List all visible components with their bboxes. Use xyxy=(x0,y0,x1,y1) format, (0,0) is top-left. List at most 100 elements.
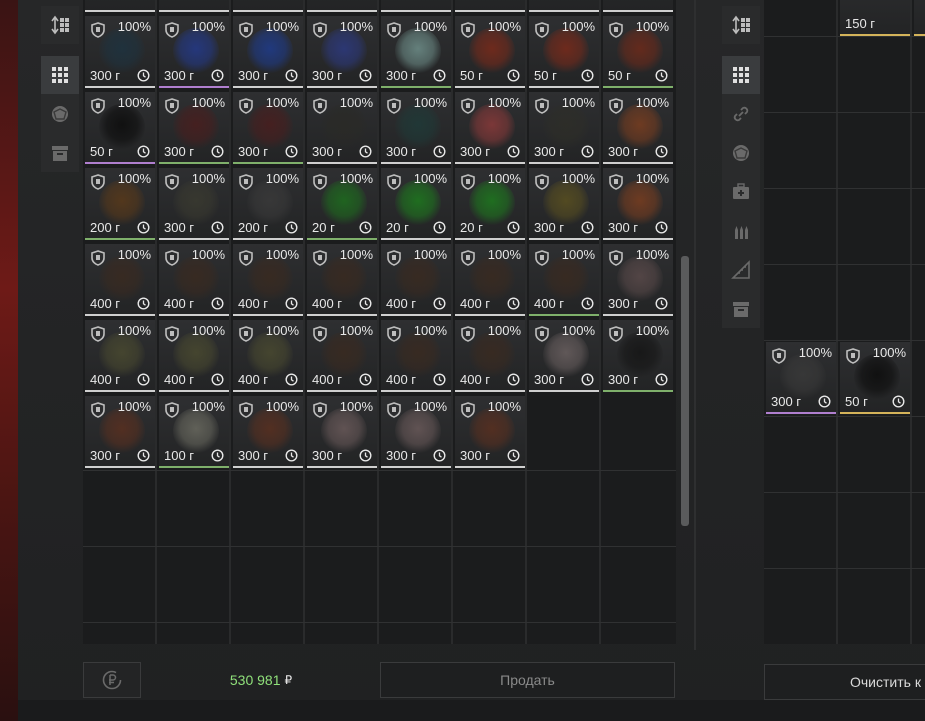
inventory-item[interactable]: 100% 300 г xyxy=(307,16,377,88)
item-price: 50 г xyxy=(845,394,868,409)
filter-artifacts-button[interactable] xyxy=(722,134,760,172)
item-condition: 100% xyxy=(413,19,447,34)
inventory-item[interactable]: 100% 400 г xyxy=(307,244,377,316)
inventory-item[interactable]: 100% 300 г xyxy=(455,396,525,468)
grid-column-line xyxy=(525,0,527,644)
item-condition: 100% xyxy=(798,345,832,360)
clock-icon xyxy=(359,297,372,310)
filter-medicine-button[interactable] xyxy=(722,173,760,211)
inventory-item[interactable]: 100% 300 г xyxy=(381,16,451,88)
sell-button[interactable]: Продать xyxy=(380,662,675,698)
inventory-item-partial[interactable] xyxy=(159,0,229,12)
filter-all-items-button[interactable] xyxy=(722,56,760,94)
inventory-item[interactable]: 100% 300 г xyxy=(233,16,303,88)
inventory-item[interactable]: 100% 200 г xyxy=(233,168,303,240)
protection-icon xyxy=(461,174,475,190)
item-price: 20 г xyxy=(312,220,335,235)
inventory-item[interactable]: 100% 50 г xyxy=(529,16,599,88)
inventory-item[interactable]: 100% 300 г xyxy=(529,168,599,240)
protection-icon xyxy=(609,98,623,114)
grid-row-line xyxy=(83,470,676,471)
inventory-item[interactable]: 100% 300 г xyxy=(381,92,451,164)
item-price: 50 г xyxy=(90,144,113,159)
item-condition: 100% xyxy=(561,95,595,110)
filter-artifacts-button[interactable] xyxy=(41,95,79,133)
ruler-icon xyxy=(731,260,750,279)
panel-divider xyxy=(694,0,696,650)
inventory-item[interactable]: 100% 300 г xyxy=(603,168,673,240)
inventory-item-partial[interactable] xyxy=(307,0,377,12)
inventory-item[interactable]: 100% 300 г xyxy=(766,342,836,414)
inventory-item[interactable]: 100% 400 г xyxy=(85,244,155,316)
inventory-item[interactable]: 100% 300 г xyxy=(381,396,451,468)
inventory-item[interactable]: 100% 300 г xyxy=(603,244,673,316)
filter-ammo-button[interactable] xyxy=(722,212,760,250)
inventory-item[interactable]: 100% 50 г xyxy=(85,92,155,164)
inventory-item[interactable]: 100% 300 г xyxy=(603,92,673,164)
inventory-item[interactable]: 100% 400 г xyxy=(233,320,303,392)
filter-all-button[interactable] xyxy=(41,56,79,94)
inventory-item[interactable]: 100% 400 г xyxy=(233,244,303,316)
inventory-item[interactable]: 100% 300 г xyxy=(159,92,229,164)
inventory-item[interactable]: 100% 300 г xyxy=(307,396,377,468)
sort-button[interactable] xyxy=(41,6,79,44)
inventory-item-partial[interactable] xyxy=(85,0,155,12)
exchange-button[interactable] xyxy=(83,662,141,698)
item-price: 300 г xyxy=(460,448,491,463)
filter-attachments-button[interactable] xyxy=(722,95,760,133)
inventory-item[interactable]: 100% 300 г xyxy=(159,168,229,240)
inventory-item[interactable]: 100% 300 г xyxy=(85,396,155,468)
inventory-scrollbar[interactable] xyxy=(681,256,689,526)
inventory-item[interactable]: 100% 20 г xyxy=(381,168,451,240)
inventory-item[interactable]: 100% 400 г xyxy=(529,244,599,316)
inventory-item[interactable]: 100% 50 г xyxy=(455,16,525,88)
inventory-item[interactable]: 100% 400 г xyxy=(307,320,377,392)
clear-button[interactable]: Очистить к xyxy=(764,664,925,700)
item-condition: 100% xyxy=(191,247,225,262)
inventory-item[interactable]: 100% 50 г xyxy=(840,342,910,414)
protection-icon xyxy=(461,22,475,38)
filter-tools-button[interactable] xyxy=(722,251,760,289)
sort-button-right[interactable] xyxy=(722,6,760,44)
inventory-item[interactable]: 100% 300 г xyxy=(307,92,377,164)
item-condition: 100% xyxy=(872,345,906,360)
protection-icon xyxy=(387,22,401,38)
trade-item-partial[interactable] xyxy=(914,0,925,36)
protection-icon xyxy=(165,402,179,418)
clock-icon xyxy=(359,69,372,82)
inventory-item[interactable]: 100% 400 г xyxy=(159,244,229,316)
inventory-item[interactable]: 100% 200 г xyxy=(85,168,155,240)
filter-other-button[interactable] xyxy=(722,290,760,328)
inventory-item-partial[interactable] xyxy=(381,0,451,12)
grid-column-line xyxy=(451,0,453,644)
inventory-item[interactable]: 100% 300 г xyxy=(159,16,229,88)
inventory-item[interactable]: 100% 400 г xyxy=(455,244,525,316)
inventory-item[interactable]: 100% 400 г xyxy=(381,320,451,392)
inventory-item[interactable]: 100% 50 г xyxy=(603,16,673,88)
inventory-item[interactable]: 100% 300 г xyxy=(85,16,155,88)
inventory-item[interactable]: 100% 300 г xyxy=(529,92,599,164)
inventory-item[interactable]: 100% 100 г xyxy=(159,396,229,468)
inventory-item[interactable]: 100% 400 г xyxy=(381,244,451,316)
inventory-item-partial[interactable] xyxy=(603,0,673,12)
inventory-item-partial[interactable] xyxy=(233,0,303,12)
inventory-item[interactable]: 100% 300 г xyxy=(233,396,303,468)
inventory-item[interactable]: 100% 300 г xyxy=(455,92,525,164)
item-condition: 100% xyxy=(191,399,225,414)
clock-icon xyxy=(507,449,520,462)
inventory-item[interactable]: 100% 400 г xyxy=(159,320,229,392)
filter-other-button[interactable] xyxy=(41,134,79,172)
trade-item-partial[interactable]: 150 г xyxy=(840,0,910,36)
item-condition: 100% xyxy=(487,95,521,110)
inventory-item-partial[interactable] xyxy=(455,0,525,12)
inventory-item-partial[interactable] xyxy=(529,0,599,12)
inventory-item[interactable]: 100% 20 г xyxy=(455,168,525,240)
item-price: 200 г xyxy=(90,220,121,235)
inventory-item[interactable]: 100% 300 г xyxy=(233,92,303,164)
protection-icon xyxy=(91,402,105,418)
inventory-item[interactable]: 100% 400 г xyxy=(455,320,525,392)
inventory-item[interactable]: 100% 400 г xyxy=(85,320,155,392)
inventory-item[interactable]: 100% 20 г xyxy=(307,168,377,240)
inventory-item[interactable]: 100% 300 г xyxy=(529,320,599,392)
inventory-item[interactable]: 100% 300 г xyxy=(603,320,673,392)
